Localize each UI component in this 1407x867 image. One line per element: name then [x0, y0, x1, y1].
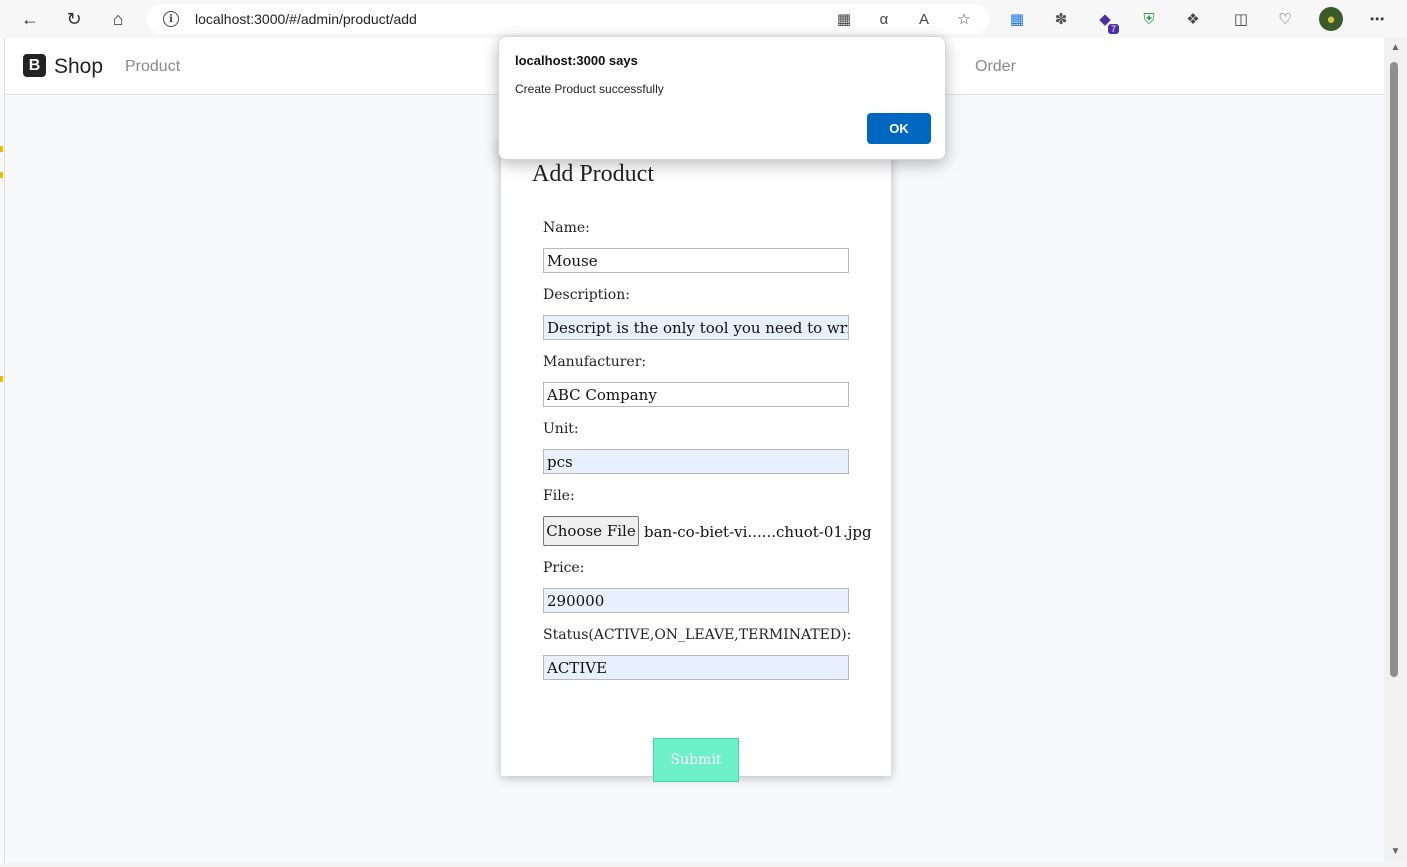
brand-name[interactable]: Shop [54, 55, 103, 79]
read-aloud-icon[interactable]: A [913, 9, 935, 29]
bug-extension-icon[interactable]: ✽ [1049, 7, 1073, 31]
dialog-ok-button[interactable]: OK [867, 113, 931, 144]
edge-mark [0, 172, 3, 178]
description-input[interactable]: Descript is the only tool you need to wr… [543, 315, 849, 340]
add-product-card: Add Product Name: Mouse Description: Des… [501, 138, 891, 782]
status-label: Status(ACTIVE,ON_LEAVE,TERMINATED): [543, 627, 852, 643]
name-input[interactable]: Mouse [543, 248, 849, 273]
alert-dialog: localhost:3000 says Create Product succe… [498, 36, 946, 160]
refresh-icon[interactable]: ↻ [59, 5, 89, 33]
extension-with-badge-icon[interactable]: ◆ 7 [1093, 7, 1119, 34]
address-bar[interactable]: i localhost:3000/#/admin/product/add ▦ α… [147, 4, 989, 34]
status-input[interactable]: ACTIVE [543, 655, 849, 680]
page-title: Add Product [532, 161, 654, 187]
extensions-puzzle-icon[interactable]: ❖ [1181, 7, 1205, 31]
shield-extension-icon[interactable]: ⛨ [1137, 7, 1161, 31]
price-input[interactable]: 290000 [543, 588, 849, 613]
page-scrollbar[interactable]: ▲ ▼ [1384, 38, 1407, 863]
submit-button[interactable]: Submit [653, 738, 739, 782]
more-menu-icon[interactable]: ⋯ [1365, 7, 1389, 31]
file-label: File: [543, 488, 575, 504]
edge-mark [0, 146, 3, 152]
google-translate-extension-icon[interactable]: ▦ [1005, 7, 1029, 31]
nav-link-order[interactable]: Order [975, 58, 1016, 76]
translate-icon[interactable]: α [873, 9, 895, 29]
description-label: Description: [543, 287, 630, 303]
name-label: Name: [543, 220, 590, 236]
back-icon[interactable]: ← [15, 5, 45, 33]
unit-input[interactable]: pcs [543, 449, 849, 474]
brand-logo[interactable]: B [23, 54, 46, 77]
extension-badge: 7 [1107, 24, 1119, 34]
manufacturer-label: Manufacturer: [543, 354, 647, 370]
scroll-thumb[interactable] [1390, 62, 1398, 677]
profile-avatar[interactable]: ● [1319, 7, 1343, 31]
url-text[interactable]: localhost:3000/#/admin/product/add [195, 11, 417, 27]
dialog-title: localhost:3000 says [515, 53, 638, 68]
unit-label: Unit: [543, 421, 579, 437]
selected-file-name: ban-co-biet-vi......chuot-01.jpg [644, 523, 872, 541]
choose-file-button[interactable]: Choose File [543, 516, 639, 546]
split-screen-icon[interactable]: ◫ [1229, 7, 1253, 31]
browser-toolbar: ← ↻ ⌂ i localhost:3000/#/admin/product/a… [0, 0, 1407, 38]
app-available-icon[interactable]: ▦ [833, 9, 855, 29]
nav-link-product[interactable]: Product [125, 58, 180, 76]
site-info-icon[interactable]: i [163, 11, 179, 27]
page-viewport: B Shop Product Order Add Product Name: M… [4, 38, 1385, 863]
price-label: Price: [543, 560, 585, 576]
favorite-star-icon[interactable]: ☆ [953, 9, 975, 29]
home-icon[interactable]: ⌂ [103, 5, 133, 33]
manufacturer-input[interactable]: ABC Company [543, 382, 849, 407]
edge-mark [0, 376, 3, 382]
browser-essentials-icon[interactable]: ♡ [1273, 7, 1297, 31]
dialog-message: Create Product successfully [515, 82, 664, 96]
scroll-up-arrow-icon[interactable]: ▲ [1389, 42, 1402, 54]
scroll-down-arrow-icon[interactable]: ▼ [1389, 846, 1402, 858]
